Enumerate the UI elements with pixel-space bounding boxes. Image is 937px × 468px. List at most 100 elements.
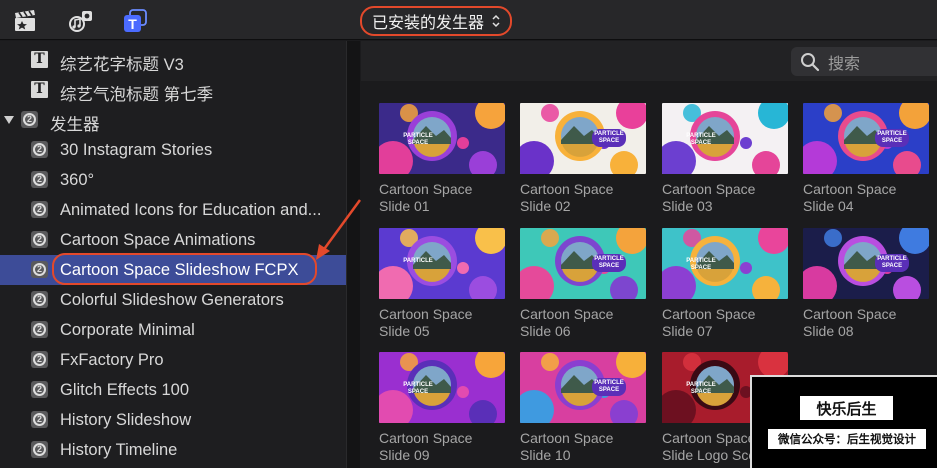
thumbnail-caption: Cartoon Space Slide 02 xyxy=(520,181,613,215)
sidebar-item[interactable]: T 综艺气泡标题 第七季 xyxy=(0,75,346,105)
sidebar-item[interactable]: 2 History Timeline xyxy=(0,435,346,465)
generator-icon: 2 xyxy=(31,411,48,428)
thumbnail-badge-text: PARTICLE SPACE xyxy=(875,129,909,147)
thumbnail-image xyxy=(379,352,505,423)
thumbnail-caption: Cartoon Space Slide 09 xyxy=(379,430,472,464)
generator-source-dropdown[interactable]: 已安装的发生器 xyxy=(360,6,512,36)
thumbnail-image xyxy=(520,103,646,174)
disclosure-triangle-icon[interactable] xyxy=(4,116,14,124)
thumbnail-image xyxy=(803,103,929,174)
sidebar-item[interactable]: 2 30 Instagram Stories xyxy=(0,135,346,165)
search-field[interactable]: 搜索 xyxy=(791,47,937,76)
selection-highlight-outline xyxy=(52,253,317,285)
caption-line-2: Slide 08 xyxy=(803,323,854,339)
thumbnail-image xyxy=(520,352,646,423)
generator-icon: 2 xyxy=(31,261,48,278)
thumbnail-caption: Cartoon Space Slide 07 xyxy=(662,306,755,340)
sidebar-item[interactable]: 2 History Slideshow xyxy=(0,405,346,435)
sidebar-item-label: 发生器 xyxy=(50,116,100,134)
generator-icon: 2 xyxy=(31,201,48,218)
sidebar-item[interactable]: 2 Colorful Slideshow Generators xyxy=(0,285,346,315)
title-icon: T xyxy=(31,81,48,98)
thumbnail-caption: Cartoon Space Slide 06 xyxy=(520,306,613,340)
watermark-subtitle: 微信公众号：后生视觉设计 xyxy=(768,429,926,449)
search-icon xyxy=(801,52,820,71)
caption-line-2: Slide 07 xyxy=(662,323,713,339)
titles-generators-icon[interactable]: T xyxy=(122,9,148,33)
caption-line-2: Slide 06 xyxy=(520,323,571,339)
caption-line-1: Cartoon Space xyxy=(379,430,473,446)
generator-icon: 2 xyxy=(31,441,48,458)
caption-line-2: Slide 09 xyxy=(379,447,430,463)
title-icon: T xyxy=(31,51,48,68)
thumbnail-badge-text: PARTICLE SPACE xyxy=(875,254,909,272)
thumbnail-badge-text: PARTICLE SPACE xyxy=(403,382,433,395)
sidebar-item[interactable]: 2 360° xyxy=(0,165,346,195)
dropdown-label: 已安装的发生器 xyxy=(371,15,484,32)
thumbnail-caption: Cartoon Space Slide 10 xyxy=(520,430,613,464)
watermark-title: 快乐后生 xyxy=(800,396,893,420)
thumbnail-caption: Cartoon Space Slide 01 xyxy=(379,181,472,215)
sidebar-item-label: 30 Instagram Stories xyxy=(60,141,213,159)
caption-line-1: Cartoon Space xyxy=(520,306,614,322)
clapper-icon[interactable] xyxy=(12,9,38,33)
sidebar-item-label: History Timeline xyxy=(60,441,178,459)
sidebar-item-label: Glitch Effects 100 xyxy=(60,381,190,399)
caption-line-1: Cartoon Space xyxy=(379,306,473,322)
sidebar-item-label: FxFactory Pro xyxy=(60,351,164,369)
generator-icon: 2 xyxy=(31,171,48,188)
thumbnail-caption: Cartoon Space Slide 03 xyxy=(662,181,755,215)
thumbnail-badge-text: PARTICLE SPACE xyxy=(686,258,716,271)
caption-line-2: Slide 02 xyxy=(520,198,571,214)
thumbnail-caption: Cartoon Space Slide 05 xyxy=(379,306,472,340)
sidebar-item-label: 360° xyxy=(60,171,95,189)
svg-text:T: T xyxy=(128,16,137,32)
sidebar-item-label: 综艺花字标题 V3 xyxy=(60,56,184,74)
sidebar-item[interactable]: 2 Corporate Minimal xyxy=(0,315,346,345)
thumbnail-caption: Cartoon Space Slide 08 xyxy=(803,306,896,340)
caption-line-2: Slide 03 xyxy=(662,198,713,214)
generator-icon: 2 xyxy=(31,321,48,338)
sidebar-item[interactable]: T 综艺花字标题 V3 xyxy=(0,45,346,75)
annotation-arrow xyxy=(316,199,362,260)
sidebar-item-label: 综艺气泡标题 第七季 xyxy=(60,86,214,104)
sidebar-item-label: Cartoon Space Animations xyxy=(60,231,256,249)
thumbnail-badge-text: PARTICLE SPACE xyxy=(592,129,626,147)
top-toolbar: T 已安装的发生器 xyxy=(0,0,937,40)
caption-line-1: Cartoon Space xyxy=(520,430,614,446)
thumbnail-image xyxy=(662,103,788,174)
thumbnail-badge-text: PARTICLE SPACE xyxy=(592,254,626,272)
sidebar-item-label: History Slideshow xyxy=(60,411,192,429)
thumbnail-badge-text: PARTICLE SPACE xyxy=(686,133,716,146)
thumbnail-image xyxy=(520,228,646,299)
caption-line-1: Cartoon Space xyxy=(803,181,897,197)
sidebar-item[interactable]: 2 Animated Icons for Education and... xyxy=(0,195,346,225)
thumbnail-image xyxy=(662,228,788,299)
caption-line-2: Slide 05 xyxy=(379,323,430,339)
caption-line-1: Cartoon Space xyxy=(379,181,473,197)
generator-icon: 2 xyxy=(31,141,48,158)
thumbnail-badge-text: PARTICLE SPACE xyxy=(403,133,433,146)
caption-line-1: Cartoon Space xyxy=(662,306,756,322)
caption-line-1: Cartoon Space xyxy=(662,181,756,197)
sidebar-item-label: Colorful Slideshow Generators xyxy=(60,291,284,309)
search-placeholder: 搜索 xyxy=(828,55,861,73)
caption-line-2: Slide 01 xyxy=(379,198,430,214)
thumbnail-badge-text: PARTICLE SPACE xyxy=(686,382,716,395)
music-photo-icon[interactable] xyxy=(68,9,94,33)
sidebar-item[interactable]: 2 Cartoon Space Animations xyxy=(0,225,346,255)
generator-icon: 2 xyxy=(21,111,38,128)
generator-icon: 2 xyxy=(31,351,48,368)
sidebar-item-label: Corporate Minimal xyxy=(60,321,195,339)
sidebar-item[interactable]: 2 FxFactory Pro xyxy=(0,345,346,375)
generator-icon: 2 xyxy=(31,291,48,308)
generator-icon: 2 xyxy=(31,231,48,248)
sidebar-item[interactable]: 2 发生器 xyxy=(0,105,346,135)
up-down-chevron-icon xyxy=(492,14,500,28)
thumbnail-badge-text: PARTICLE xyxy=(403,258,433,264)
caption-line-1: Cartoon Space xyxy=(520,181,614,197)
sidebar-item[interactable]: 2 Glitch Effects 100 xyxy=(0,375,346,405)
generator-icon: 2 xyxy=(31,381,48,398)
thumbnail-image xyxy=(379,103,505,174)
thumbnail-image xyxy=(379,228,505,299)
